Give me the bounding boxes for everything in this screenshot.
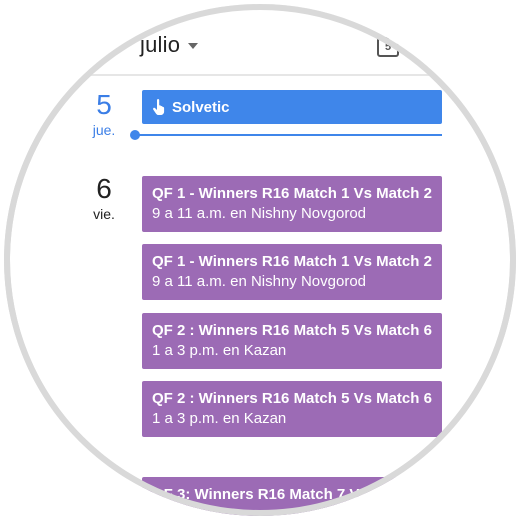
chevron-down-icon: [188, 43, 199, 49]
event-title: QF 3: Winners R16 Match 7 V: [152, 486, 360, 503]
event-card[interactable]: QF 2 : Winners R16 Match 5 Vs Match 6 1 …: [142, 381, 442, 437]
month-selector[interactable]: julio: [140, 32, 199, 58]
hand-pointer-icon: [153, 99, 165, 115]
magnified-calendar-view: julio 5 5 jue. Solvetic 6 vie. QF 1 - Wi…: [4, 4, 516, 516]
day-name: jue.: [92, 122, 116, 138]
day-number: 6: [96, 173, 112, 204]
current-time-indicator: [130, 130, 442, 140]
day-header-5[interactable]: 5 jue.: [78, 89, 130, 139]
event-card[interactable]: QF 2 : Winners R16 Match 5 Vs Match 6 1 …: [142, 313, 442, 369]
event-detail: 1 a 3 p.m. en Kazan: [152, 342, 287, 359]
event-card-partial[interactable]: QF 3: Winners R16 Match 7 V: [142, 477, 442, 516]
app-toolbar: julio 5: [4, 4, 516, 76]
event-card[interactable]: QF 1 - Winners R16 Match 1 Vs Match 2 9 …: [142, 176, 442, 232]
event-card[interactable]: QF 1 - Winners R16 Match 1 Vs Match 2 9 …: [142, 244, 442, 300]
day-name: vie.: [93, 206, 115, 222]
current-time-dot: [130, 130, 140, 140]
event-title: QF 2 : Winners R16 Match 5 Vs Match 6: [152, 390, 432, 407]
event-title: QF 2 : Winners R16 Match 5 Vs Match 6: [152, 322, 432, 339]
today-button[interactable]: 5: [377, 37, 399, 57]
day-number: 5: [96, 89, 112, 120]
event-title: QF 1 - Winners R16 Match 1 Vs Match 2: [152, 253, 432, 270]
event-title: QF 1 - Winners R16 Match 1 Vs Match 2: [152, 185, 432, 202]
event-title: Solvetic: [172, 98, 230, 116]
day-header-6[interactable]: 6 vie.: [78, 173, 130, 223]
event-solvetic[interactable]: Solvetic: [142, 90, 442, 124]
event-detail: 1 a 3 p.m. en Kazan: [152, 410, 287, 427]
month-label: julio: [140, 32, 181, 57]
event-detail: 9 a 11 a.m. en Nishny Novgorod: [152, 273, 367, 290]
event-detail: 9 a 11 a.m. en Nishny Novgorod: [152, 205, 367, 222]
calendar-today-icon: 5: [384, 41, 392, 53]
